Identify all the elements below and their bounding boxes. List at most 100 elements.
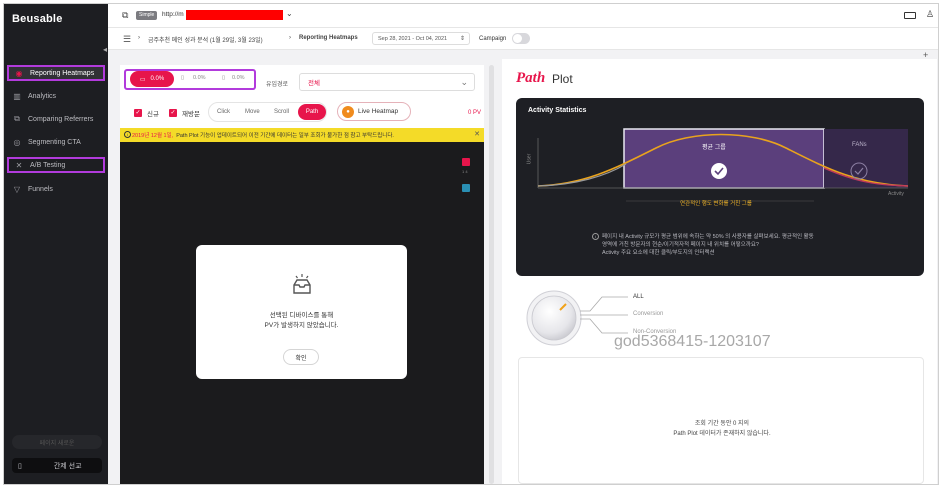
returning-visitor-checkbox[interactable]: ✓ 재방문 — [169, 108, 200, 118]
stepper-icon: ⇕ — [459, 36, 465, 42]
redacted-url — [186, 10, 283, 20]
inflow-select[interactable]: 전체 ⌄ — [299, 73, 475, 91]
path-plot-title-plain: Plot — [552, 72, 573, 86]
sidebar-bottom-action[interactable]: ▯ 간제 선교 — [12, 458, 102, 473]
live-heatmap-button[interactable]: ● Live Heatmap — [337, 102, 411, 121]
no-data-line2: Path Plot 데이터가 존재하지 않습니다. — [673, 431, 771, 437]
breadcrumb-item-report[interactable]: 금주추천 메인 성과 분석 (1월 29일, 3월 23일) — [148, 35, 263, 44]
sidebar-item-analytics[interactable]: ▥ Analytics — [7, 88, 105, 104]
live-heatmap-label: Live Heatmap — [358, 108, 399, 115]
heatmap-icon: ◉ — [15, 68, 23, 78]
breadcrumb-item-current: Reporting Heatmaps — [299, 35, 358, 41]
document-icon: ▯ — [18, 462, 22, 470]
app-logo[interactable]: Beusable — [12, 13, 63, 25]
compare-icon: ⧉ — [14, 114, 20, 123]
date-range-value: Sep 28, 2021 - Oct 04, 2021 — [378, 35, 448, 42]
heatmap-mode-tabs: Click Move Scroll Path — [208, 102, 327, 122]
sidebar-item-reporting-heatmaps[interactable]: ◉ Reporting Heatmaps — [7, 65, 105, 81]
plus-icon[interactable]: + — [923, 50, 928, 60]
check-icon: ✓ — [134, 109, 142, 117]
campaign-toggle[interactable] — [512, 33, 530, 44]
dial-option-all[interactable]: ALL — [633, 294, 644, 300]
dialog-message-line2: PV가 발생하지 않았습니다. — [264, 322, 339, 329]
external-link-icon[interactable]: ⧉ — [122, 10, 128, 21]
tab-scroll[interactable]: Scroll — [274, 109, 289, 115]
chevron-down-icon[interactable]: ⌄ — [286, 9, 293, 18]
empty-inbox-icon — [293, 274, 311, 294]
top-bar: ⧉ Simple http://m ⌄ ♙ — [108, 4, 938, 28]
check-icon: ✓ — [169, 109, 177, 117]
fans-group-label: FANs — [852, 142, 867, 148]
device-pc-stat[interactable]: ▭ 0.0% — [130, 71, 174, 87]
no-data-line1: 조회 기간 동안 0 지의 — [694, 421, 750, 427]
heatmap-panel: ▭ 0.0% ▯ 0.0% ▯ 0.0% 유입경로 전체 ⌄ ✓ 신규 ✓ 재방… — [120, 65, 484, 484]
new-visitor-checkbox[interactable]: ✓ 신규 — [134, 108, 159, 118]
user-icon[interactable]: ♙ — [926, 9, 934, 20]
watermark: god5368415-1203107 — [614, 333, 771, 350]
activity-description: i 페이지 내 Activity 규모가 평균 범위에 속하는 약 50% 의 … — [592, 233, 902, 257]
sidebar-item-ab-testing[interactable]: ✕ A/B Testing — [7, 157, 105, 173]
campaign-label: Campaign — [479, 36, 507, 42]
chevron-right-icon: › — [289, 35, 291, 41]
mobile-stat-value: 0.0% — [232, 75, 245, 81]
sidebar-item-funnels[interactable]: ▽ Funnels — [7, 181, 105, 197]
tab-click[interactable]: Click — [217, 109, 230, 115]
live-heatmap-icon: ● — [342, 106, 354, 118]
sidebar-item-label: A/B Testing — [30, 161, 66, 169]
sidebar-bottom-button[interactable]: 페이지 새로운 — [12, 435, 102, 449]
confirm-button[interactable]: 확인 — [283, 349, 319, 365]
mobile-icon[interactable]: ▯ — [222, 75, 225, 81]
view-mode-badge: Simple — [136, 11, 158, 20]
no-data-card: 조회 기간 동안 0 지의 Path Plot 데이터가 존재하지 않습니다. — [518, 357, 924, 484]
path-plot-title-script: Path — [516, 70, 546, 86]
date-range-picker[interactable]: Sep 28, 2021 - Oct 04, 2021 ⇕ — [372, 32, 470, 45]
sidebar-item-comparing-referrers[interactable]: ⧉ Comparing Referrers — [7, 111, 105, 127]
close-icon[interactable]: ✕ — [474, 130, 480, 138]
dial-connectors — [580, 296, 628, 334]
description-line: Activity 주요 요소에 대한 클릭/부도지의 인터랙션 — [602, 250, 715, 256]
x-axis-label: Activity — [888, 191, 904, 197]
sidebar-bottom-action-label: 간제 선교 — [53, 462, 82, 470]
average-group-label: 평균 그룹 — [702, 145, 726, 151]
dial-knob-icon — [526, 290, 582, 346]
funnel-icon: ▽ — [13, 184, 21, 194]
path-plot-panel: + Path Plot Activity Statistics User Act… — [502, 50, 937, 484]
tablet-icon[interactable]: ▯ — [181, 75, 184, 81]
device-icon[interactable] — [904, 12, 916, 19]
sidebar-item-label: Analytics — [28, 92, 57, 100]
tab-move[interactable]: Move — [245, 109, 260, 115]
pc-device-icon[interactable] — [462, 158, 470, 166]
heatmap-viewer: 1 4 선택된 디바이스를 통해 PV가 발생하지 않았습니다. 확인 — [120, 142, 484, 484]
page-url[interactable]: http://m — [162, 11, 184, 18]
tab-path[interactable]: Path — [298, 104, 326, 120]
notice-date: 2019년 12월 1일, — [132, 133, 174, 139]
tablet-stat-value: 0.0% — [193, 75, 206, 81]
app-window: Beusable ◂ ◉ Reporting Heatmaps ▥ Analyt… — [3, 3, 939, 485]
target-icon: ◎ — [13, 137, 21, 147]
sidebar-item-label: Comparing Referrers — [28, 115, 94, 123]
segment-dial[interactable] — [524, 288, 584, 348]
dial-option-conversion[interactable]: Conversion — [633, 311, 663, 317]
dialog-message-line1: 선택된 디바이스를 통해 — [269, 312, 334, 319]
average-group-caption: 연관적인 행도 변화를 거친 그룹 — [680, 201, 752, 207]
pv-count: 0 PV — [468, 110, 482, 116]
info-icon: i — [592, 233, 599, 240]
checkbox-label: 신규 — [147, 111, 159, 118]
sidebar-item-label: Reporting Heatmaps — [30, 69, 95, 77]
sidebar-item-label: Segmenting CTA — [28, 138, 81, 146]
pc-stat-value: 0.0% — [150, 76, 165, 82]
mobile-device-icon[interactable] — [462, 184, 470, 192]
no-pv-dialog: 선택된 디바이스를 통해 PV가 발생하지 않았습니다. 확인 — [196, 245, 407, 379]
notice-text: Path Plot 기능이 업데이트되어 이전 기간에 데이터는 일부 조회가 … — [176, 133, 394, 139]
activity-statistics-card: Activity Statistics User Activity 평균 그룹 … — [516, 98, 924, 276]
update-notice-banner: i 2019년 12월 1일, Path Plot 기능이 업데이트되어 이전 … — [120, 128, 484, 142]
inflow-label: 유입경로 — [266, 82, 289, 88]
device-indicator: 1 4 — [462, 169, 468, 174]
menu-icon[interactable]: ☰ — [123, 34, 131, 45]
monitor-icon: ▭ — [139, 76, 146, 83]
chevron-right-icon: › — [138, 35, 140, 41]
info-icon: i — [124, 131, 131, 138]
y-axis-label: User — [526, 153, 533, 165]
sidebar-item-segmenting-cta[interactable]: ◎ Segmenting CTA — [7, 134, 105, 150]
vertical-scrollbar[interactable] — [489, 65, 494, 484]
